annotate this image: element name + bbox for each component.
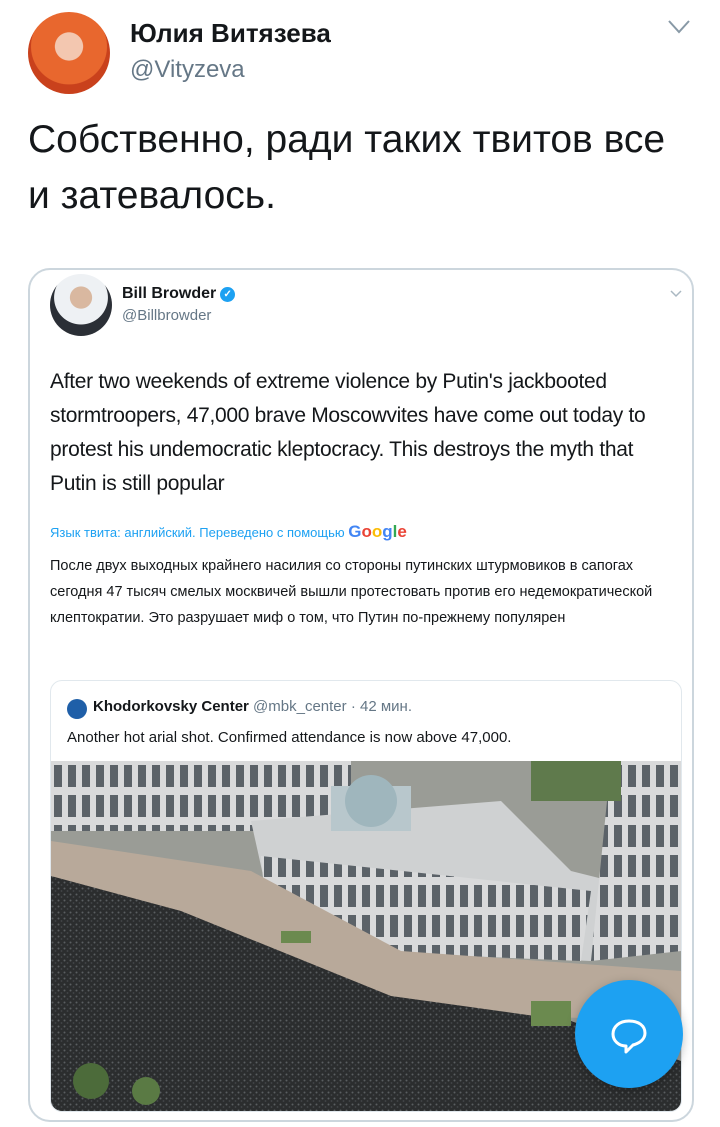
nested-header: Khodorkovsky Center @mbk_center · 42 мин…: [93, 698, 412, 715]
nested-time: · 42 мин.: [350, 698, 412, 715]
translation-note: Язык твита: английский. Переведено с пом…: [50, 522, 407, 542]
translation-label: Язык твита: английский. Переведено с пом…: [50, 525, 345, 540]
author-handle[interactable]: @Vityzeva: [130, 56, 245, 84]
quoted-avatar: [50, 274, 112, 336]
google-logo: Google: [348, 522, 407, 541]
translation-text: После двух выходных крайнего насилия со …: [50, 558, 653, 626]
author-name[interactable]: Юлия Витязева: [130, 18, 331, 49]
nested-author-handle: @mbk_center: [253, 698, 347, 715]
nested-author-name: Khodorkovsky Center: [93, 698, 249, 715]
quoted-tweet-text: After two weekends of extreme violence b…: [50, 370, 646, 495]
avatar[interactable]: [28, 12, 110, 94]
nested-text: Another hot arial shot. Confirmed attend…: [67, 729, 512, 746]
nested-avatar: [67, 699, 87, 719]
quoted-author-handle: @Billbrowder: [122, 307, 212, 324]
reply-fab-button[interactable]: [575, 980, 683, 1088]
verified-badge-icon: ✓: [220, 287, 236, 302]
quoted-author-name: Bill Browder ✓: [122, 285, 236, 303]
chevron-down-icon: [670, 290, 682, 298]
reply-bubble-icon: [611, 1019, 647, 1054]
chevron-down-icon[interactable]: [668, 20, 690, 34]
quoted-author-name-text: Bill Browder: [122, 285, 217, 302]
tweet-text: Собственно, ради таких твитов все и зате…: [28, 118, 666, 217]
